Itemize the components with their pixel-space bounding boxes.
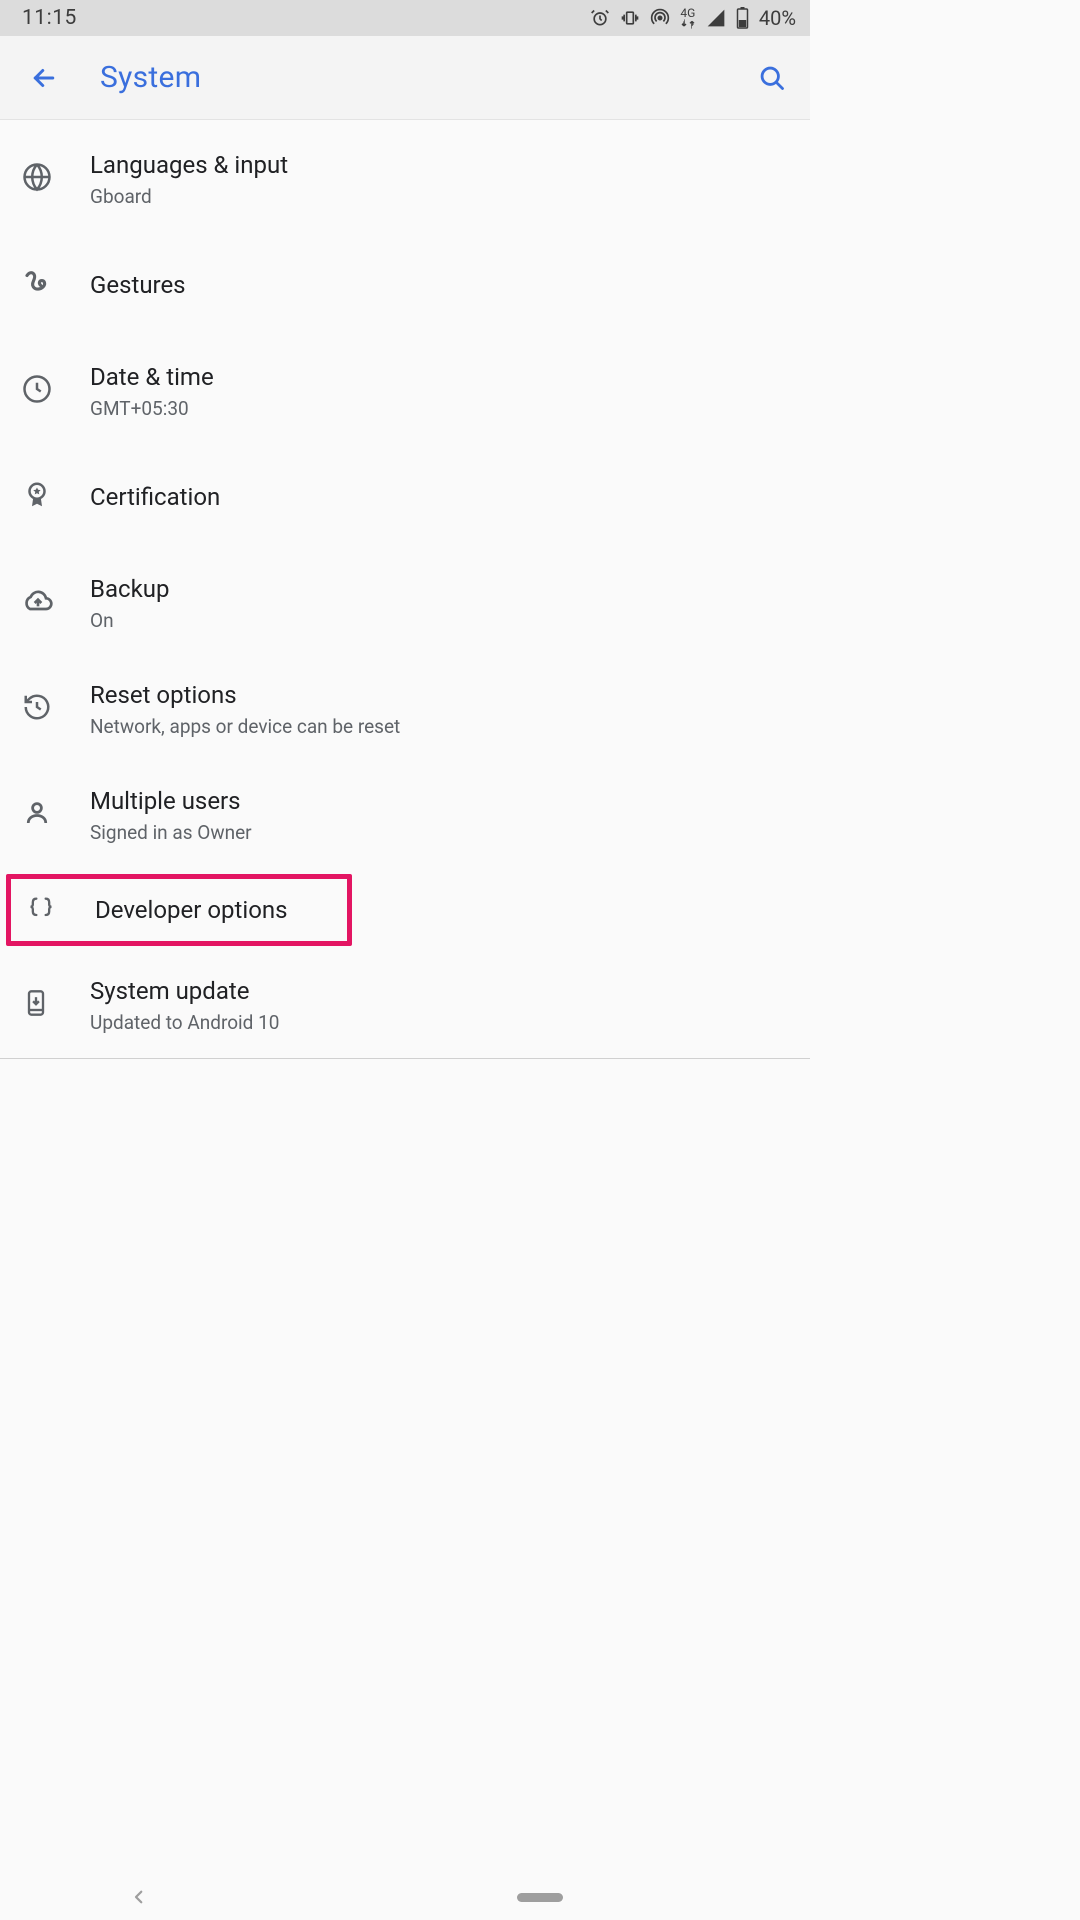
- person-icon: [22, 798, 52, 832]
- highlight-box-developer-options: Developer options: [6, 874, 352, 946]
- settings-row-languages-input[interactable]: Languages & input Gboard: [0, 126, 810, 232]
- settings-row-developer-options[interactable]: Developer options: [11, 879, 347, 941]
- row-subtitle: GMT+05:30: [90, 397, 790, 420]
- row-title: Developer options: [95, 896, 327, 924]
- row-subtitle: Network, apps or device can be reset: [90, 715, 790, 738]
- cloud-upload-icon: [22, 585, 54, 621]
- row-title: Multiple users: [90, 787, 790, 815]
- row-title: Certification: [90, 483, 790, 511]
- signal-icon: [706, 8, 726, 28]
- network-type-label: 4G: [680, 7, 695, 19]
- settings-list: Languages & input Gboard Gestures Date &…: [0, 120, 810, 1059]
- row-title: System update: [90, 977, 790, 1005]
- hotspot-icon: [650, 8, 670, 28]
- page-title: System: [100, 60, 201, 95]
- battery-icon: [736, 7, 749, 29]
- search-button[interactable]: [752, 58, 792, 98]
- row-title: Date & time: [90, 363, 790, 391]
- settings-row-system-update[interactable]: System update Updated to Android 10: [0, 952, 810, 1058]
- history-icon: [22, 692, 52, 726]
- row-subtitle: Gboard: [90, 185, 790, 208]
- row-title: Backup: [90, 575, 790, 603]
- globe-icon: [22, 162, 52, 196]
- row-subtitle: On: [90, 609, 790, 632]
- clock-icon: [22, 374, 52, 408]
- settings-row-backup[interactable]: Backup On: [0, 550, 810, 656]
- gesture-icon: [22, 268, 52, 302]
- certification-icon: [22, 480, 52, 514]
- row-subtitle: Signed in as Owner: [90, 821, 790, 844]
- row-subtitle: Updated to Android 10: [90, 1011, 790, 1034]
- braces-icon: [27, 894, 55, 926]
- settings-row-date-time[interactable]: Date & time GMT+05:30: [0, 338, 810, 444]
- status-bar: 11:15 4G 40%: [0, 0, 810, 36]
- system-update-icon: [22, 989, 50, 1021]
- vibrate-icon: [620, 8, 640, 28]
- row-title: Reset options: [90, 681, 790, 709]
- settings-row-multiple-users[interactable]: Multiple users Signed in as Owner: [0, 762, 810, 868]
- nav-home-pill[interactable]: [517, 1893, 563, 1902]
- nav-back-chevron-icon[interactable]: [130, 1886, 148, 1912]
- status-time: 11:15: [22, 6, 77, 30]
- back-button[interactable]: [24, 58, 64, 98]
- row-title: Languages & input: [90, 151, 790, 179]
- settings-row-gestures[interactable]: Gestures: [0, 232, 810, 338]
- settings-row-reset-options[interactable]: Reset options Network, apps or device ca…: [0, 656, 810, 762]
- alarm-icon: [590, 8, 610, 28]
- mobile-data-icon: 4G: [680, 7, 696, 29]
- app-bar: System: [0, 36, 810, 120]
- battery-percent: 40%: [759, 6, 796, 30]
- settings-row-certification[interactable]: Certification: [0, 444, 810, 550]
- row-title: Gestures: [90, 271, 790, 299]
- navigation-bar: [0, 1874, 1080, 1920]
